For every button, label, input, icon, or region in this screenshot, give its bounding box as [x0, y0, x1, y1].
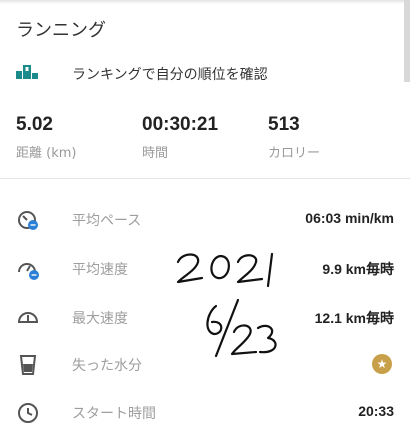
- star-icon[interactable]: ★: [372, 354, 392, 374]
- speed-gauge-icon: [18, 263, 39, 280]
- detail-row-start-time: スタート時間 20:33: [0, 391, 410, 431]
- start-time-label: スタート時間: [72, 406, 156, 422]
- avg-pace-label: 平均ペース: [72, 213, 142, 229]
- start-time-value: 20:33: [358, 403, 394, 419]
- clock-icon: [18, 403, 38, 423]
- distance-stat: 5.02 距離 (km): [16, 114, 76, 161]
- time-stat: 00:30:21 時間: [142, 114, 218, 161]
- avg-speed-value: 9.9 km毎時: [322, 261, 394, 277]
- max-speed-gauge-icon: [17, 312, 39, 323]
- calories-stat: 513 カロリー: [268, 114, 320, 161]
- time-label: 時間: [142, 146, 169, 161]
- calories-value: 513: [268, 114, 300, 135]
- detail-row-max-speed: 最大速度 12.1 km毎時: [0, 296, 410, 336]
- detail-row-avg-speed: 平均速度 9.9 km毎時: [0, 247, 410, 287]
- avg-pace-value: 06:03 min/km: [305, 210, 394, 226]
- max-speed-value: 12.1 km毎時: [314, 310, 394, 326]
- summary-stats: 5.02 距離 (km) 00:30:21 時間 513 カロリー: [0, 114, 410, 170]
- scroll-edge: [404, 0, 410, 82]
- max-speed-label: 最大速度: [72, 311, 128, 327]
- ranking-link[interactable]: ランキングで自分の順位を確認: [0, 58, 404, 88]
- distance-label: 距離 (km): [16, 146, 77, 161]
- time-value: 00:30:21: [142, 114, 219, 135]
- lost-water-label: 失った水分: [72, 358, 142, 374]
- podium-icon: [16, 65, 38, 79]
- avg-speed-label: 平均速度: [72, 262, 128, 278]
- pace-gauge-icon: [18, 211, 38, 230]
- ranking-text: ランキングで自分の順位を確認: [72, 67, 268, 83]
- section-divider: [0, 178, 410, 179]
- water-glass-icon: [19, 355, 37, 375]
- top-shadow: [0, 0, 410, 4]
- distance-value: 5.02: [16, 114, 53, 135]
- detail-row-lost-water: 失った水分 ★: [0, 343, 410, 383]
- calories-label: カロリー: [268, 146, 321, 161]
- detail-row-avg-pace: 平均ペース 06:03 min/km: [0, 198, 410, 238]
- page-title: ランニング: [16, 20, 106, 41]
